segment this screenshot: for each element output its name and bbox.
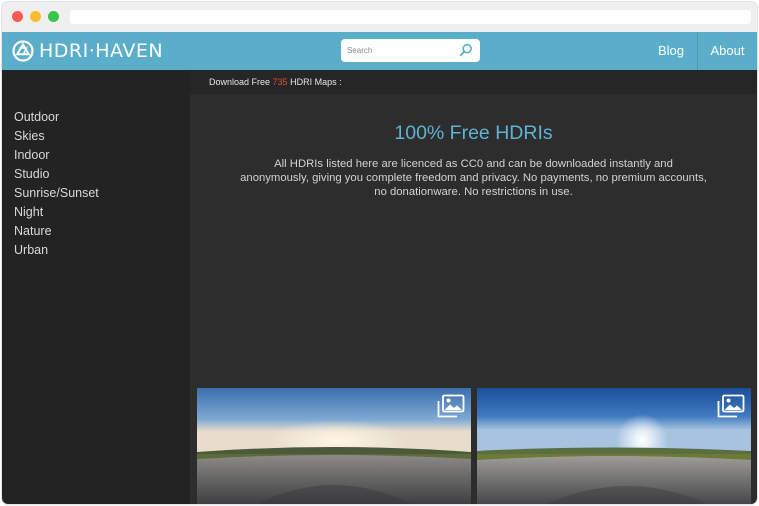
category-skies[interactable]: Skies bbox=[14, 127, 99, 146]
category-nature[interactable]: Nature bbox=[14, 222, 99, 241]
search-icon[interactable] bbox=[459, 43, 473, 57]
category-urban[interactable]: Urban bbox=[14, 241, 99, 260]
minimize-window-button[interactable] bbox=[30, 11, 41, 22]
download-prefix: Download Free bbox=[209, 77, 273, 87]
title-bar bbox=[2, 2, 757, 32]
page-description: All HDRIs listed here are licenced as CC… bbox=[240, 158, 707, 198]
category-list: Outdoor Skies Indoor Studio Sunrise/Suns… bbox=[14, 108, 99, 260]
hdri-thumbnail[interactable] bbox=[197, 388, 471, 504]
hdri-count: 735 bbox=[272, 77, 288, 87]
browser-window: HDRI·HAVEN Blog About Outdoor Skies Indo… bbox=[2, 2, 757, 504]
aperture-logo-icon bbox=[12, 40, 34, 62]
download-count-text: Download Free 735 HDRI Maps : bbox=[209, 77, 342, 87]
hdri-preview-image bbox=[477, 388, 751, 504]
close-window-button[interactable] bbox=[12, 11, 23, 22]
search-input[interactable] bbox=[347, 43, 455, 58]
category-studio[interactable]: Studio bbox=[14, 165, 99, 184]
address-bar[interactable] bbox=[70, 10, 751, 24]
site-logo[interactable]: HDRI·HAVEN bbox=[12, 39, 163, 63]
maximize-window-button[interactable] bbox=[48, 11, 59, 22]
logo-text: HDRI·HAVEN bbox=[39, 40, 164, 62]
category-night[interactable]: Night bbox=[14, 203, 99, 222]
nav-about-link[interactable]: About bbox=[698, 32, 757, 70]
category-sidebar: Outdoor Skies Indoor Studio Sunrise/Suns… bbox=[2, 70, 190, 504]
download-bar: Download Free 735 HDRI Maps : bbox=[190, 70, 757, 94]
main-content: Download Free 735 HDRI Maps : 100% Free … bbox=[190, 70, 757, 504]
image-icon bbox=[437, 394, 465, 418]
site-header: HDRI·HAVEN Blog About bbox=[2, 32, 757, 70]
category-outdoor[interactable]: Outdoor bbox=[14, 108, 99, 127]
page-title: 100% Free HDRIs bbox=[394, 122, 553, 144]
image-icon bbox=[717, 394, 745, 418]
category-sunrise-sunset[interactable]: Sunrise/Sunset bbox=[14, 184, 99, 203]
hdri-thumbnail[interactable] bbox=[477, 388, 751, 504]
download-suffix: HDRI Maps : bbox=[287, 77, 342, 87]
hdri-preview-image bbox=[197, 388, 471, 504]
category-indoor[interactable]: Indoor bbox=[14, 146, 99, 165]
search-box[interactable] bbox=[341, 39, 480, 62]
nav-blog-link[interactable]: Blog bbox=[645, 32, 697, 70]
